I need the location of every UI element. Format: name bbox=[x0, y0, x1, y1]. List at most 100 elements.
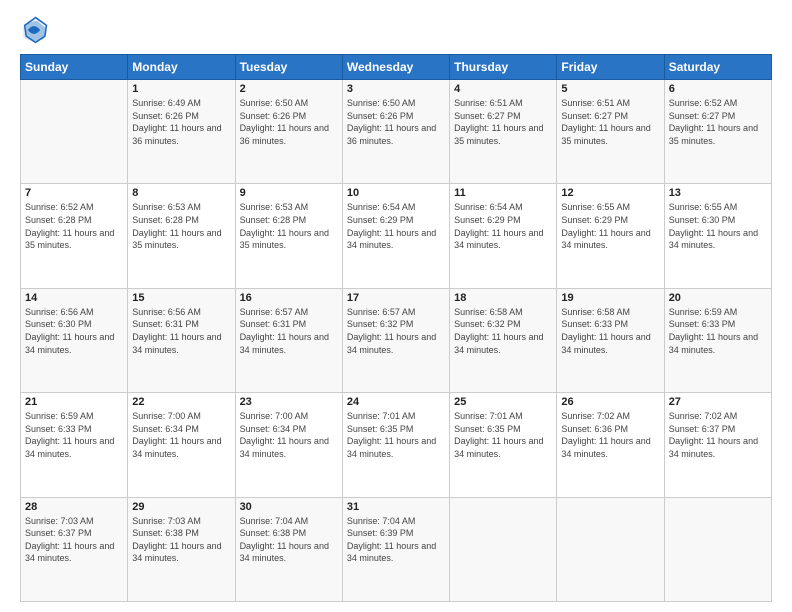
calendar-cell: 16 Sunrise: 6:57 AMSunset: 6:31 PMDayligh… bbox=[235, 288, 342, 392]
day-info: Sunrise: 6:52 AMSunset: 6:27 PMDaylight:… bbox=[669, 97, 767, 147]
day-info: Sunrise: 6:54 AMSunset: 6:29 PMDaylight:… bbox=[454, 201, 552, 251]
calendar-cell: 7 Sunrise: 6:52 AMSunset: 6:28 PMDaylight… bbox=[21, 184, 128, 288]
day-info: Sunrise: 6:50 AMSunset: 6:26 PMDaylight:… bbox=[240, 97, 338, 147]
day-info: Sunrise: 6:54 AMSunset: 6:29 PMDaylight:… bbox=[347, 201, 445, 251]
week-row-4: 21Sunrise: 6:59 AMSunset: 6:33 PMDayligh… bbox=[21, 393, 772, 497]
calendar-cell: 18Sunrise: 6:58 AMSunset: 6:32 PMDayligh… bbox=[450, 288, 557, 392]
day-info: Sunrise: 7:04 AMSunset: 6:38 PMDaylight:… bbox=[240, 515, 338, 565]
calendar-cell: 29Sunrise: 7:03 AMSunset: 6:38 PMDayligh… bbox=[128, 497, 235, 601]
day-number: 16 bbox=[240, 292, 338, 304]
week-row-1: 1 Sunrise: 6:49 AMSunset: 6:26 PMDaylight… bbox=[21, 80, 772, 184]
calendar-cell: 24 Sunrise: 7:01 AMSunset: 6:35 PMDayligh… bbox=[342, 393, 449, 497]
calendar-header-row: SundayMondayTuesdayWednesdayThursdayFrid… bbox=[21, 55, 772, 80]
calendar-cell: 27 Sunrise: 7:02 AMSunset: 6:37 PMDayligh… bbox=[664, 393, 771, 497]
week-row-5: 28 Sunrise: 7:03 AMSunset: 6:37 PMDayligh… bbox=[21, 497, 772, 601]
calendar-cell: 22 Sunrise: 7:00 AMSunset: 6:34 PMDayligh… bbox=[128, 393, 235, 497]
day-number: 24 bbox=[347, 396, 445, 408]
day-info: Sunrise: 6:53 AMSunset: 6:28 PMDaylight:… bbox=[132, 201, 230, 251]
day-number: 7 bbox=[25, 187, 123, 199]
day-info: Sunrise: 7:02 AMSunset: 6:37 PMDaylight:… bbox=[669, 410, 767, 460]
day-number: 23 bbox=[240, 396, 338, 408]
day-info: Sunrise: 7:02 AMSunset: 6:36 PMDaylight:… bbox=[561, 410, 659, 460]
day-number: 30 bbox=[240, 501, 338, 513]
calendar-cell: 17 Sunrise: 6:57 AMSunset: 6:32 PMDayligh… bbox=[342, 288, 449, 392]
day-number: 10 bbox=[347, 187, 445, 199]
calendar-cell: 12 Sunrise: 6:55 AMSunset: 6:29 PMDayligh… bbox=[557, 184, 664, 288]
calendar-cell: 2 Sunrise: 6:50 AMSunset: 6:26 PMDaylight… bbox=[235, 80, 342, 184]
day-info: Sunrise: 7:03 AMSunset: 6:37 PMDaylight:… bbox=[25, 515, 123, 565]
day-number: 12 bbox=[561, 187, 659, 199]
calendar-cell: 31Sunrise: 7:04 AMSunset: 6:39 PMDayligh… bbox=[342, 497, 449, 601]
day-number: 3 bbox=[347, 83, 445, 95]
day-number: 20 bbox=[669, 292, 767, 304]
calendar-cell: 28 Sunrise: 7:03 AMSunset: 6:37 PMDayligh… bbox=[21, 497, 128, 601]
day-number: 19 bbox=[561, 292, 659, 304]
day-info: Sunrise: 7:01 AMSunset: 6:35 PMDaylight:… bbox=[347, 410, 445, 460]
day-number: 14 bbox=[25, 292, 123, 304]
day-header-friday: Friday bbox=[557, 55, 664, 80]
day-number: 28 bbox=[25, 501, 123, 513]
week-row-2: 7 Sunrise: 6:52 AMSunset: 6:28 PMDaylight… bbox=[21, 184, 772, 288]
week-row-3: 14Sunrise: 6:56 AMSunset: 6:30 PMDayligh… bbox=[21, 288, 772, 392]
day-header-saturday: Saturday bbox=[664, 55, 771, 80]
day-number: 8 bbox=[132, 187, 230, 199]
day-number: 21 bbox=[25, 396, 123, 408]
calendar-cell: 4 Sunrise: 6:51 AMSunset: 6:27 PMDaylight… bbox=[450, 80, 557, 184]
calendar-cell: 6 Sunrise: 6:52 AMSunset: 6:27 PMDaylight… bbox=[664, 80, 771, 184]
day-header-sunday: Sunday bbox=[21, 55, 128, 80]
day-info: Sunrise: 7:00 AMSunset: 6:34 PMDaylight:… bbox=[240, 410, 338, 460]
day-header-tuesday: Tuesday bbox=[235, 55, 342, 80]
calendar-cell: 1 Sunrise: 6:49 AMSunset: 6:26 PMDaylight… bbox=[128, 80, 235, 184]
day-info: Sunrise: 6:55 AMSunset: 6:29 PMDaylight:… bbox=[561, 201, 659, 251]
calendar-cell: 14Sunrise: 6:56 AMSunset: 6:30 PMDayligh… bbox=[21, 288, 128, 392]
day-info: Sunrise: 6:50 AMSunset: 6:26 PMDaylight:… bbox=[347, 97, 445, 147]
calendar-cell: 8 Sunrise: 6:53 AMSunset: 6:28 PMDaylight… bbox=[128, 184, 235, 288]
calendar-cell: 13Sunrise: 6:55 AMSunset: 6:30 PMDayligh… bbox=[664, 184, 771, 288]
day-info: Sunrise: 7:03 AMSunset: 6:38 PMDaylight:… bbox=[132, 515, 230, 565]
calendar-cell: 26 Sunrise: 7:02 AMSunset: 6:36 PMDayligh… bbox=[557, 393, 664, 497]
day-info: Sunrise: 7:00 AMSunset: 6:34 PMDaylight:… bbox=[132, 410, 230, 460]
day-number: 15 bbox=[132, 292, 230, 304]
day-info: Sunrise: 6:57 AMSunset: 6:31 PMDaylight:… bbox=[240, 306, 338, 356]
day-number: 4 bbox=[454, 83, 552, 95]
calendar-cell: 21Sunrise: 6:59 AMSunset: 6:33 PMDayligh… bbox=[21, 393, 128, 497]
calendar-cell: 23 Sunrise: 7:00 AMSunset: 6:34 PMDayligh… bbox=[235, 393, 342, 497]
calendar-cell: 11 Sunrise: 6:54 AMSunset: 6:29 PMDayligh… bbox=[450, 184, 557, 288]
calendar-cell: 30 Sunrise: 7:04 AMSunset: 6:38 PMDayligh… bbox=[235, 497, 342, 601]
day-number: 25 bbox=[454, 396, 552, 408]
day-number: 17 bbox=[347, 292, 445, 304]
logo-icon bbox=[20, 16, 48, 44]
day-number: 2 bbox=[240, 83, 338, 95]
calendar-table: SundayMondayTuesdayWednesdayThursdayFrid… bbox=[20, 54, 772, 602]
day-info: Sunrise: 7:04 AMSunset: 6:39 PMDaylight:… bbox=[347, 515, 445, 565]
day-info: Sunrise: 6:53 AMSunset: 6:28 PMDaylight:… bbox=[240, 201, 338, 251]
day-number: 27 bbox=[669, 396, 767, 408]
calendar-cell bbox=[21, 80, 128, 184]
day-info: Sunrise: 6:51 AMSunset: 6:27 PMDaylight:… bbox=[561, 97, 659, 147]
day-info: Sunrise: 6:52 AMSunset: 6:28 PMDaylight:… bbox=[25, 201, 123, 251]
day-info: Sunrise: 6:51 AMSunset: 6:27 PMDaylight:… bbox=[454, 97, 552, 147]
calendar-cell: 15Sunrise: 6:56 AMSunset: 6:31 PMDayligh… bbox=[128, 288, 235, 392]
logo bbox=[20, 16, 52, 44]
calendar-cell: 25Sunrise: 7:01 AMSunset: 6:35 PMDayligh… bbox=[450, 393, 557, 497]
day-header-thursday: Thursday bbox=[450, 55, 557, 80]
day-info: Sunrise: 6:55 AMSunset: 6:30 PMDaylight:… bbox=[669, 201, 767, 251]
day-number: 6 bbox=[669, 83, 767, 95]
day-number: 9 bbox=[240, 187, 338, 199]
page: SundayMondayTuesdayWednesdayThursdayFrid… bbox=[0, 0, 792, 612]
calendar-cell: 19 Sunrise: 6:58 AMSunset: 6:33 PMDayligh… bbox=[557, 288, 664, 392]
day-number: 5 bbox=[561, 83, 659, 95]
day-info: Sunrise: 6:58 AMSunset: 6:32 PMDaylight:… bbox=[454, 306, 552, 356]
day-info: Sunrise: 6:49 AMSunset: 6:26 PMDaylight:… bbox=[132, 97, 230, 147]
day-header-monday: Monday bbox=[128, 55, 235, 80]
calendar-cell: 20 Sunrise: 6:59 AMSunset: 6:33 PMDayligh… bbox=[664, 288, 771, 392]
day-number: 1 bbox=[132, 83, 230, 95]
day-number: 22 bbox=[132, 396, 230, 408]
day-info: Sunrise: 6:58 AMSunset: 6:33 PMDaylight:… bbox=[561, 306, 659, 356]
calendar-cell bbox=[664, 497, 771, 601]
day-number: 11 bbox=[454, 187, 552, 199]
calendar-cell: 3 Sunrise: 6:50 AMSunset: 6:26 PMDaylight… bbox=[342, 80, 449, 184]
day-info: Sunrise: 6:59 AMSunset: 6:33 PMDaylight:… bbox=[669, 306, 767, 356]
day-info: Sunrise: 6:57 AMSunset: 6:32 PMDaylight:… bbox=[347, 306, 445, 356]
day-number: 26 bbox=[561, 396, 659, 408]
